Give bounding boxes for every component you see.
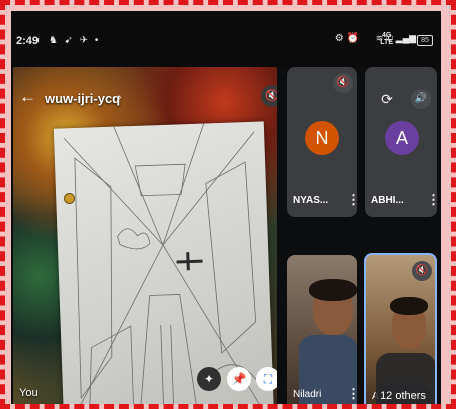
more-options-icon[interactable]: ⋮ (427, 192, 437, 208)
participant-hair (390, 297, 428, 315)
volume-icon[interactable]: 🔊 (411, 89, 431, 109)
status-bar: 2:49 ◐ ♞ ➹ ✈ • ⚙ ⏰ 4G LTE ≋ ✆ ▂▄▆ 85 (11, 11, 441, 67)
sketch-paper (53, 121, 275, 404)
others-count-badge[interactable]: 12 others (375, 383, 431, 404)
signal-icons: ≋ ✆ ▂▄▆ (375, 33, 416, 43)
more-options-icon[interactable]: ⋮ (347, 192, 357, 208)
battery-icon: 85 (417, 35, 433, 46)
mic-off-icon: 🔇 (261, 85, 277, 107)
avatar-abhi: A (385, 121, 419, 155)
mic-off-icon: 🔇 (333, 73, 353, 93)
back-arrow-icon[interactable]: ← (19, 87, 36, 107)
participant-name: ABHI... (371, 195, 404, 206)
self-label: You (19, 387, 38, 399)
mic-off-icon: 🔇 (412, 261, 432, 281)
meeting-code[interactable]: wuw-ijri-ycq (45, 91, 120, 106)
participant-tile-nyas[interactable]: 🔇 N NYAS... ⋮ (287, 67, 357, 217)
fullscreen-button[interactable]: ⛶ (256, 367, 277, 391)
phone-screen: 2:49 ◐ ♞ ➹ ✈ • ⚙ ⏰ 4G LTE ≋ ✆ ▂▄▆ 85 ← w… (11, 11, 441, 404)
participant-tile-niladri[interactable]: Niladri ⋮ (287, 255, 357, 404)
participant-hair (309, 279, 357, 301)
participant-name: NYAS... (293, 195, 329, 206)
chevron-right-icon[interactable]: › (118, 92, 121, 103)
self-video-tile[interactable]: ← wuw-ijri-ycq › 🔇 You ✦ 📌 ⛶ (13, 67, 277, 404)
effects-button[interactable]: ✦ (197, 367, 221, 391)
rotate-camera-icon[interactable]: ⟳ (377, 89, 397, 109)
more-options-icon[interactable]: ⋮ (347, 386, 357, 402)
notification-icons: ◐ ♞ ➹ ✈ • (36, 35, 101, 46)
avatar-nyas: N (305, 121, 339, 155)
pin-button[interactable]: 📌 (227, 367, 251, 391)
participant-name: Niladri (293, 389, 322, 400)
participant-tile-abhi[interactable]: ⟳ 🔊 A ABHI... ⋮ (365, 67, 437, 217)
status-time: 2:49 (16, 35, 39, 47)
sketch-drawing (63, 123, 265, 404)
thumbtack (64, 193, 75, 204)
screenshot-frame: 2:49 ◐ ♞ ➹ ✈ • ⚙ ⏰ 4G LTE ≋ ✆ ▂▄▆ 85 ← w… (0, 0, 456, 409)
system-icons: ⚙ ⏰ (334, 33, 359, 44)
